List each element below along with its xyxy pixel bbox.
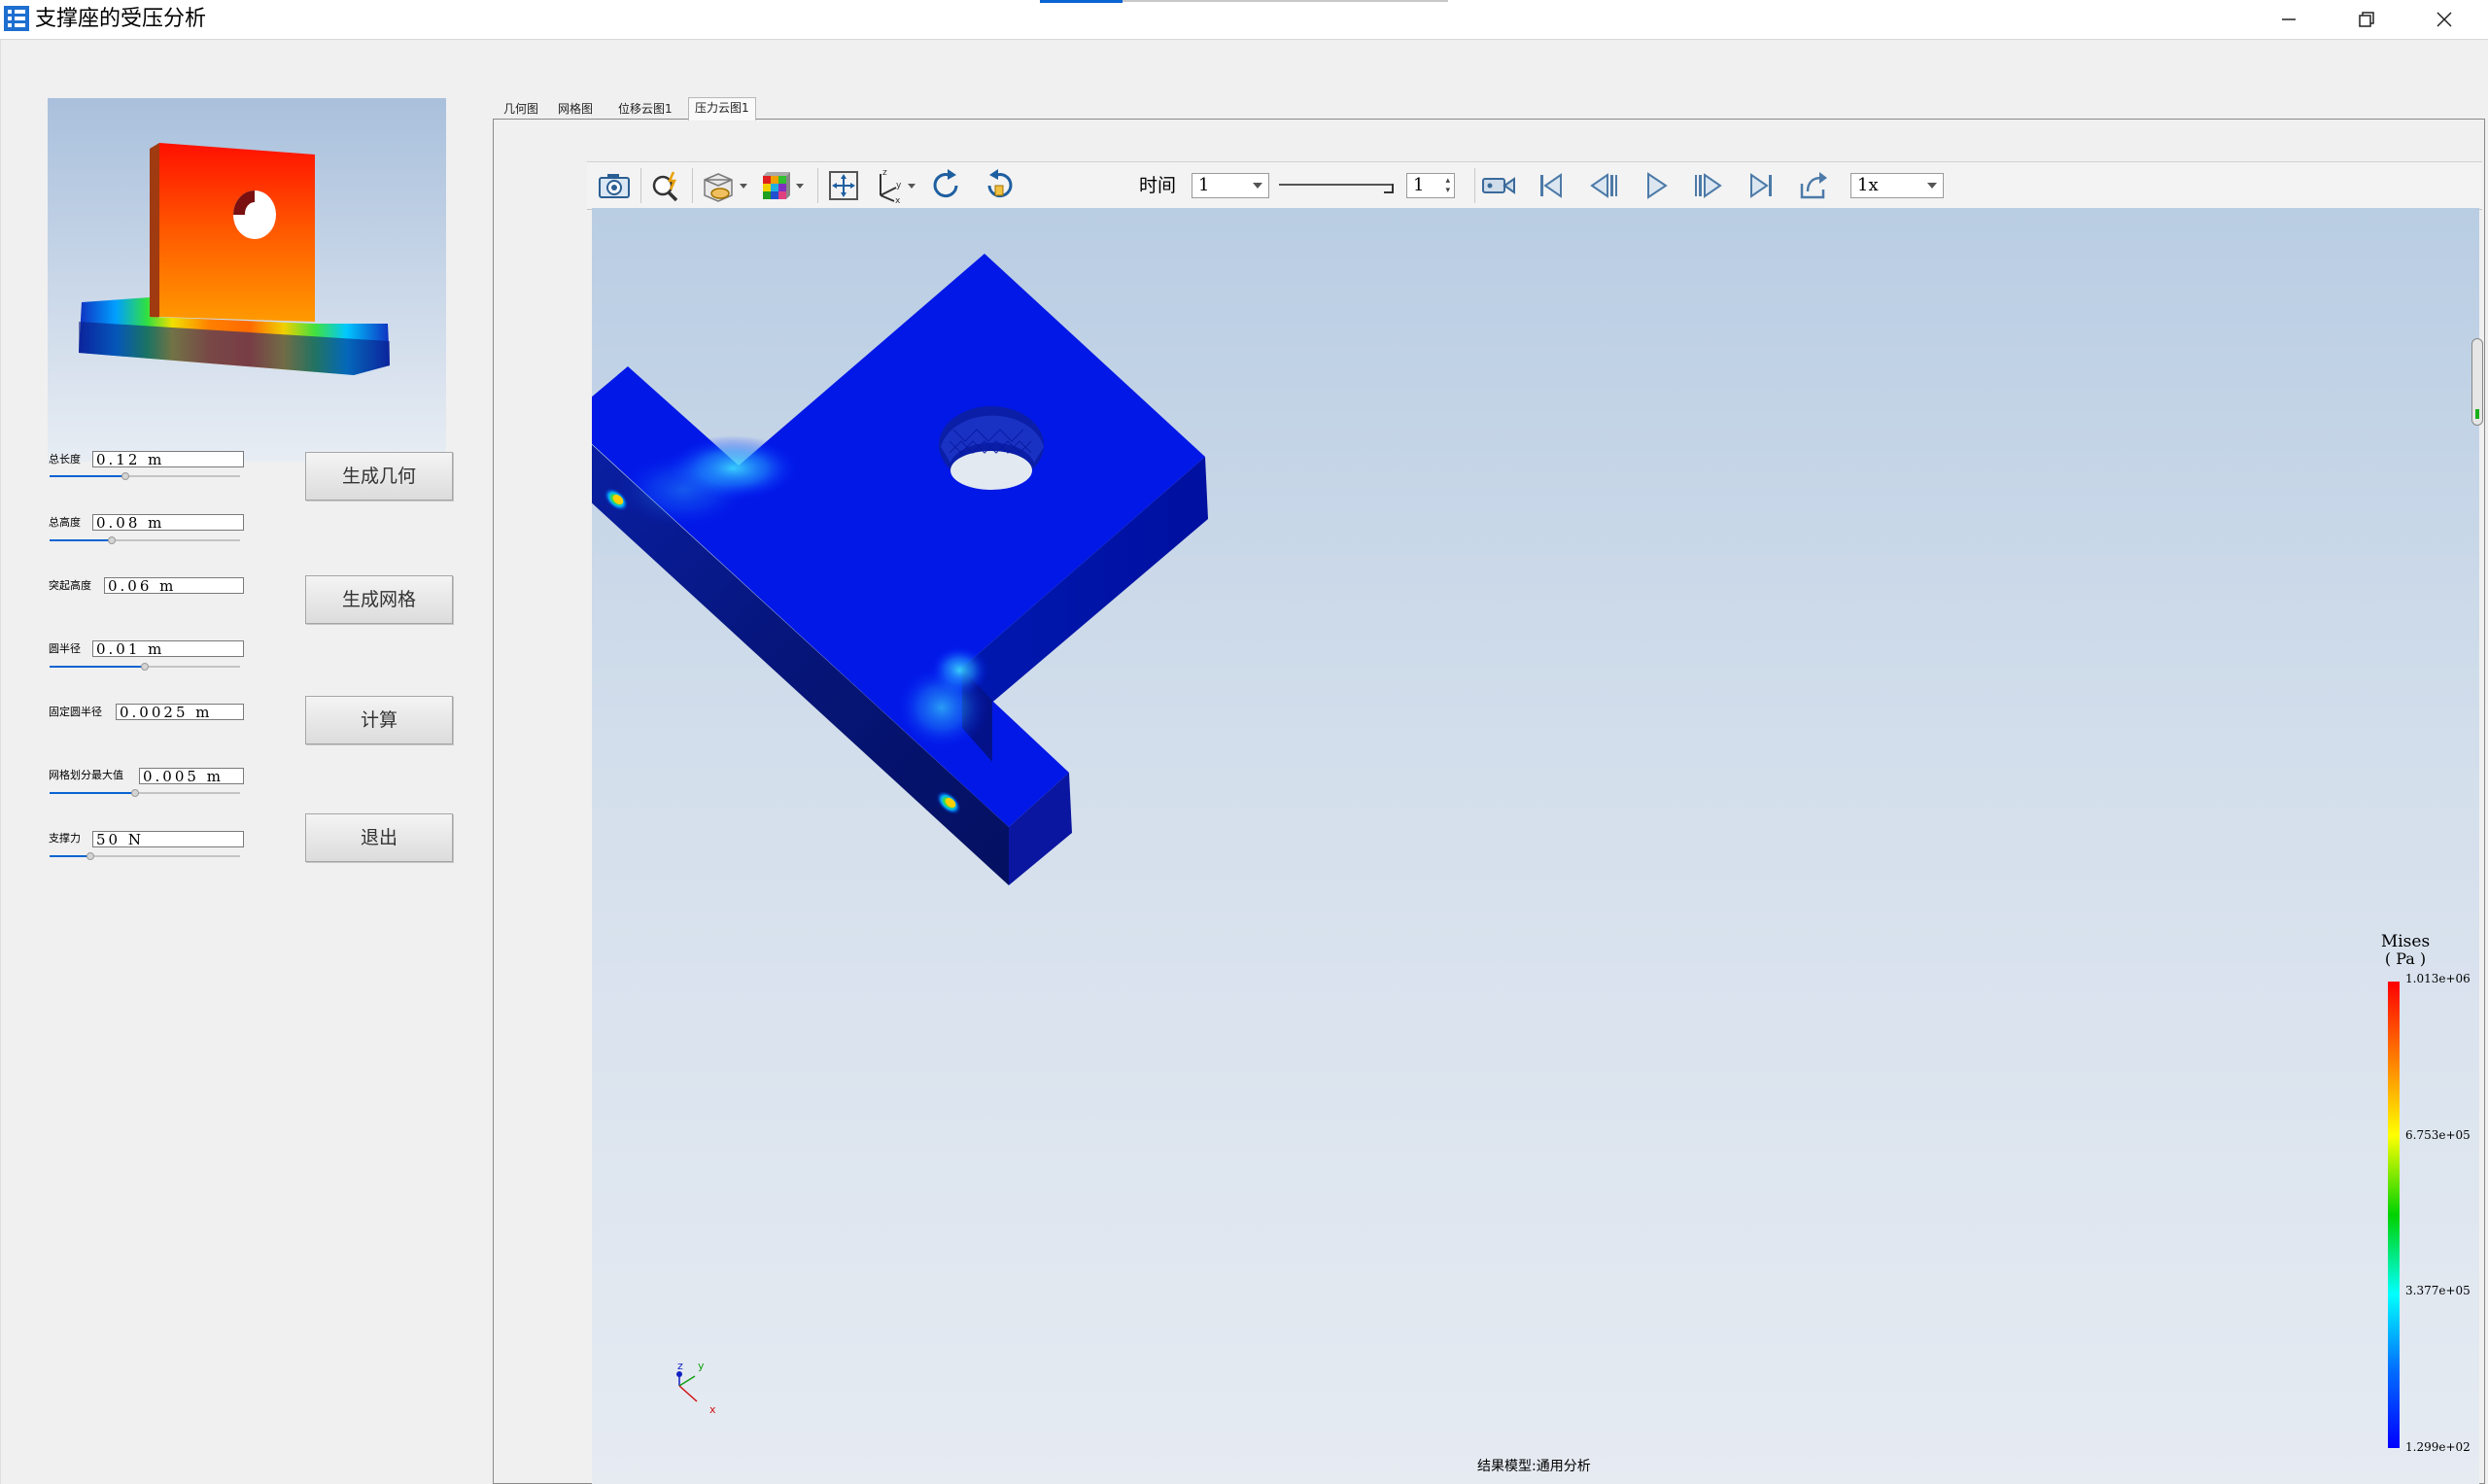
axes-orientation-icon: z y x: [880, 168, 916, 205]
next-frame-icon: [1695, 173, 1722, 198]
legend-unit: ( Pa ): [2384, 949, 2427, 968]
prev-frame-button[interactable]: [1584, 166, 1623, 205]
legend-min-label: 1.299e+02: [2405, 1440, 2471, 1454]
axis-z-label: z: [677, 1360, 683, 1372]
stress-contour-model[interactable]: [592, 208, 2479, 1484]
svg-text:z: z: [882, 168, 887, 178]
param-label-support-force: 支撑力: [49, 832, 81, 845]
support-force-input[interactable]: 50 N: [92, 831, 244, 847]
legend-title: Mises: [2380, 932, 2431, 951]
app-icon: [4, 6, 29, 31]
param-label-fixed-circle-radius: 固定圆半径: [49, 706, 102, 718]
frame-spinbox-value: 1: [1413, 175, 1425, 195]
camera-icon: [599, 174, 630, 198]
window-title: 支撑座的受压分析: [35, 7, 207, 31]
restore-icon: [2359, 12, 2374, 27]
color-scale-bar: [2388, 982, 2400, 1448]
exit-button[interactable]: 退出: [305, 813, 453, 862]
generate-mesh-button[interactable]: 生成网格: [305, 575, 453, 624]
legend-mid-high-label: 6.753e+05: [2405, 1128, 2471, 1142]
3d-viewport[interactable]: [592, 208, 2479, 1484]
total-length-slider[interactable]: [50, 472, 240, 480]
first-frame-icon: [1540, 173, 1562, 198]
title-accent-track: [1123, 0, 1448, 2]
compute-button[interactable]: 计算: [305, 696, 453, 744]
boss-height-input[interactable]: 0.06 m: [104, 577, 244, 594]
record-icon: [1482, 177, 1515, 194]
frame-spinbox[interactable]: 1 ▴ ▾: [1406, 173, 1455, 198]
mesh-max-size-input[interactable]: 0.005 m: [139, 768, 244, 784]
view-toolbar: z y x 时间 1 1 ▴ ▾ 1x: [587, 161, 2482, 210]
screenshot-button[interactable]: [595, 166, 634, 205]
total-length-input[interactable]: 0.12 m: [92, 451, 244, 467]
time-select[interactable]: 1: [1192, 173, 1269, 198]
record-button[interactable]: [1479, 166, 1518, 205]
tab-pressure[interactable]: 压力云图1: [688, 97, 756, 121]
support-force-slider[interactable]: [50, 852, 240, 860]
mesh-max-size-slider[interactable]: [50, 789, 240, 797]
rotate-ccw-button[interactable]: [980, 166, 1019, 205]
axis-y-label: y: [698, 1360, 705, 1372]
rotate-cw-icon: [933, 169, 958, 198]
time-slider[interactable]: [1279, 182, 1401, 193]
axes-orientation-dropdown[interactable]: z y x: [869, 166, 925, 205]
display-mode-dropdown[interactable]: [699, 166, 755, 205]
legend-mid-low-label: 3.377e+05: [2405, 1284, 2471, 1297]
prev-frame-icon: [1590, 173, 1617, 198]
axis-x-label: x: [709, 1403, 716, 1413]
last-frame-icon: [1750, 173, 1772, 198]
rotate-cw-button[interactable]: [927, 166, 966, 205]
close-button[interactable]: [2410, 0, 2478, 39]
circle-radius-input[interactable]: 0.01 m: [92, 640, 244, 657]
play-icon: [1647, 172, 1668, 199]
color-map-icon: [763, 172, 804, 199]
result-model-label: 结果模型:通用分析: [1477, 1459, 1591, 1474]
probe-button[interactable]: [647, 166, 686, 205]
generate-geometry-button[interactable]: 生成几何: [305, 452, 453, 500]
restore-button[interactable]: [2332, 0, 2401, 39]
axis-triad-icon: z y x: [676, 1360, 716, 1413]
param-label-total-height: 总高度: [49, 516, 81, 529]
param-label-total-length: 总长度: [49, 453, 81, 466]
speed-select-value: 1x: [1857, 175, 1879, 195]
svg-text:x: x: [895, 196, 901, 205]
export-icon: [1800, 172, 1827, 199]
param-label-circle-radius: 圆半径: [49, 642, 81, 655]
legend-max-label: 1.013e+06: [2405, 972, 2471, 985]
first-frame-button[interactable]: [1532, 166, 1571, 205]
circle-radius-slider[interactable]: [50, 663, 240, 671]
rotate-ccw-icon: [987, 169, 1013, 198]
close-icon: [2436, 12, 2452, 27]
fit-view-button[interactable]: [824, 166, 863, 205]
title-bar: 支撑座的受压分析: [0, 0, 2488, 40]
param-label-mesh-max-size: 网格划分最大值: [49, 769, 123, 781]
fixed-circle-radius-input[interactable]: 0.0025 m: [116, 704, 244, 720]
total-height-slider[interactable]: [50, 536, 240, 544]
play-button[interactable]: [1637, 166, 1676, 205]
time-select-value: 1: [1198, 175, 1210, 195]
svg-text:y: y: [896, 181, 902, 190]
geometry-preview-image: [48, 98, 446, 462]
tab-displacement[interactable]: 位移云图1: [612, 99, 678, 119]
minimize-button[interactable]: [2255, 0, 2323, 39]
export-button[interactable]: [1794, 166, 1833, 205]
next-frame-button[interactable]: [1689, 166, 1728, 205]
left-panel: 总长度 0.12 m 总高度 0.08 m 突起高度 0.06 m 圆半径 0.…: [0, 40, 492, 1484]
tab-geometry[interactable]: 几何图: [498, 99, 544, 119]
last-frame-button[interactable]: [1742, 166, 1780, 205]
fit-view-icon: [829, 171, 858, 200]
display-mode-icon: [704, 173, 747, 202]
param-label-boss-height: 突起高度: [49, 579, 91, 592]
speed-select[interactable]: 1x: [1850, 173, 1944, 198]
viewport-scrollbar[interactable]: [2471, 338, 2483, 426]
color-map-dropdown[interactable]: [757, 166, 813, 205]
tab-mesh[interactable]: 网格图: [552, 99, 599, 119]
total-height-input[interactable]: 0.08 m: [92, 514, 244, 531]
title-accent-bar: [1040, 0, 1123, 3]
minimize-icon: [2282, 18, 2296, 20]
probe-icon: [652, 171, 678, 202]
time-label: 时间: [1139, 175, 1177, 196]
